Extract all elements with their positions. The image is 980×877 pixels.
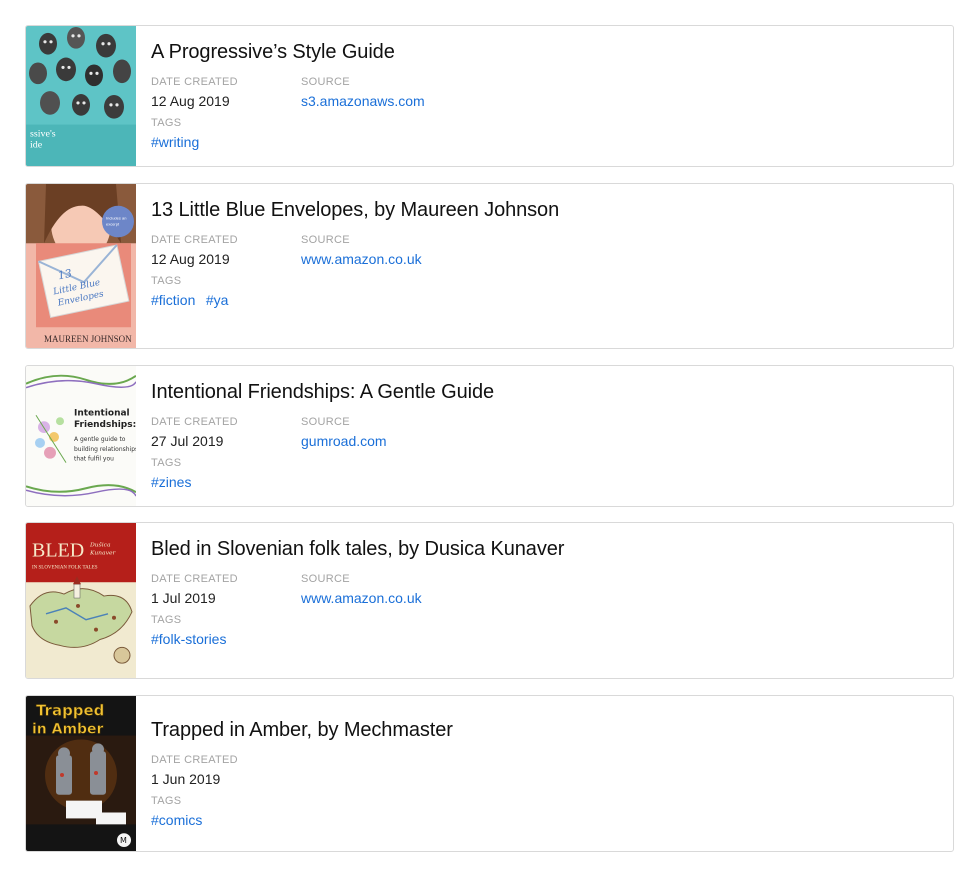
svg-text:BLED: BLED (32, 540, 84, 562)
svg-text:in Amber: in Amber (32, 722, 104, 738)
svg-text:ide: ide (30, 139, 43, 150)
svg-text:Trapped: Trapped (36, 702, 104, 720)
tag-link[interactable]: #folk-stories (151, 631, 226, 647)
date-created-value: 1 Jun 2019 (151, 771, 221, 787)
tag-link[interactable]: #zines (151, 474, 191, 490)
source-label: SOURCE (301, 416, 350, 428)
bookmark-card[interactable]: Intentional Friendships: A gentle guide … (25, 365, 954, 507)
tag-link[interactable]: #writing (151, 134, 199, 150)
date-created-label: DATE CREATED (151, 416, 238, 428)
tags-label: TAGS (151, 117, 182, 129)
item-title[interactable]: 13 Little Blue Envelopes, by Maureen Joh… (151, 198, 943, 222)
svg-text:excerpt: excerpt (106, 222, 120, 227)
source-link[interactable]: www.amazon.co.uk (301, 250, 422, 268)
source-link[interactable]: s3.amazonaws.com (301, 92, 425, 110)
tags-label: TAGS (151, 457, 182, 469)
book-cover-faces-image[interactable]: ssive's ide (26, 26, 136, 166)
source-link[interactable]: www.amazon.co.uk (301, 589, 422, 607)
svg-text:that fulfil you: that fulfil you (74, 456, 114, 463)
date-created-value: 12 Aug 2019 (151, 93, 230, 109)
item-title[interactable]: Intentional Friendships: A Gentle Guide (151, 380, 943, 404)
svg-text:M: M (120, 836, 127, 845)
date-created-label: DATE CREATED (151, 754, 238, 766)
svg-text:A gentle guide to: A gentle guide to (74, 436, 126, 443)
item-title[interactable]: Bled in Slovenian folk tales, by Dusica … (151, 537, 943, 561)
svg-text:Dušica: Dušica (89, 542, 111, 549)
bookmark-card[interactable]: BLED IN SLOVENIAN FOLK TALES Dušica Kuna… (25, 522, 954, 679)
book-cover-envelope-image[interactable]: 13 Little Blue Envelopes Includes an exc… (26, 184, 136, 348)
date-created-label: DATE CREATED (151, 573, 238, 585)
date-created-value: 1 Jul 2019 (151, 590, 216, 606)
tag-link[interactable]: #fiction (151, 292, 195, 308)
item-title[interactable]: Trapped in Amber, by Mechmaster (151, 718, 943, 742)
bookmark-card[interactable]: Trapped in Amber M Trapped in Amber, by … (25, 695, 954, 852)
svg-text:Includes an: Includes an (106, 216, 126, 221)
source-link[interactable]: gumroad.com (301, 432, 387, 450)
date-created-label: DATE CREATED (151, 76, 238, 88)
date-created-value: 27 Jul 2019 (151, 433, 224, 449)
date-created-label: DATE CREATED (151, 234, 238, 246)
date-created-value: 12 Aug 2019 (151, 251, 230, 267)
tags-label: TAGS (151, 795, 182, 807)
svg-text:building relationships: building relationships (74, 446, 136, 453)
source-label: SOURCE (301, 76, 350, 88)
bookmark-card[interactable]: 13 Little Blue Envelopes Includes an exc… (25, 183, 954, 349)
tag-link[interactable]: #ya (206, 292, 229, 308)
bookmark-card[interactable]: ssive's ide A Progressive’s Style Guide … (25, 25, 954, 167)
svg-text:Intentional: Intentional (74, 408, 130, 418)
zine-cover-flowers-image[interactable]: Intentional Friendships: A gentle guide … (26, 366, 136, 506)
source-label: SOURCE (301, 573, 350, 585)
svg-text:Friendships:: Friendships: (74, 420, 136, 430)
svg-text:MAUREEN JOHNSON: MAUREEN JOHNSON (44, 334, 132, 344)
book-cover-map-image[interactable]: BLED IN SLOVENIAN FOLK TALES Dušica Kuna… (26, 523, 136, 678)
source-label: SOURCE (301, 234, 350, 246)
tags-label: TAGS (151, 275, 182, 287)
svg-text:IN SLOVENIAN FOLK TALES: IN SLOVENIAN FOLK TALES (32, 565, 98, 570)
svg-text:ssive's: ssive's (30, 128, 56, 139)
tag-link[interactable]: #comics (151, 812, 202, 828)
item-title[interactable]: A Progressive’s Style Guide (151, 40, 943, 64)
tags-label: TAGS (151, 614, 182, 626)
svg-text:Kunaver: Kunaver (89, 550, 117, 557)
comic-cover-robots-image[interactable]: Trapped in Amber M (26, 696, 136, 851)
